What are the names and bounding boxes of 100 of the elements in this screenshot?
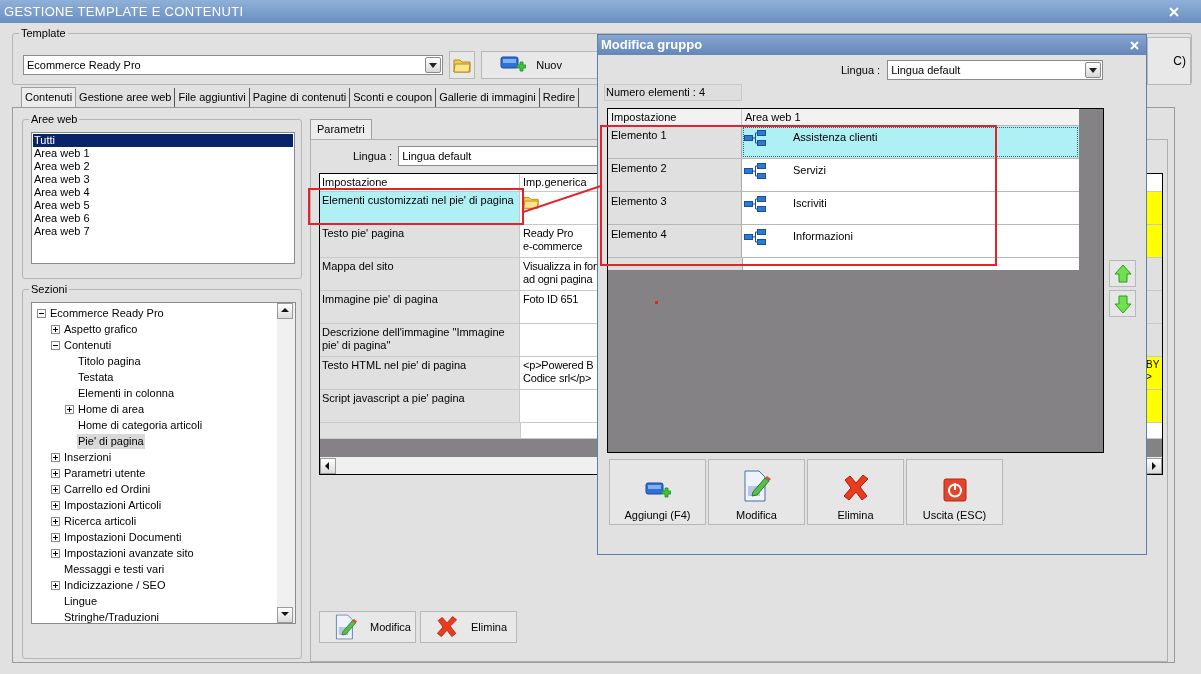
cell-text: Informazioni [793,229,853,244]
lingua-label: Lingua : [841,62,881,78]
table-row[interactable]: Assistenza clienti [742,126,1079,158]
cell-text: Servizi [793,163,826,178]
expand-icon[interactable] [51,324,60,334]
tree-item[interactable]: Messaggi e testi vari [63,561,166,577]
tab[interactable]: Pagine di contenuti [249,88,351,107]
close-icon[interactable] [1169,6,1179,17]
document-pencil-icon [742,470,771,502]
dropdown-button[interactable] [1085,62,1102,78]
tree-item[interactable]: Impostazioni Articoli [63,497,163,513]
table-cell: Elemento 1 [608,126,742,158]
action-button[interactable]: Aggiungi (F4) [609,459,706,525]
hierarchy-icon [744,162,766,180]
expand-icon[interactable] [51,516,60,526]
tab[interactable]: Contenuti [21,87,77,107]
lingua-label: Lingua : [353,148,393,164]
table-cell[interactable]: Descrizione dell'immagine "Immagine pie' di pagina" [320,324,520,356]
list-item[interactable]: Area web 7 [33,225,293,238]
cell-text: Ready Pro [523,227,574,240]
cell-text: Iscriviti [793,196,827,211]
list-item[interactable]: Tutti [33,134,293,147]
expand-icon[interactable] [51,452,60,462]
delete-icon [435,615,459,639]
action-button[interactable]: Elimina [807,459,904,525]
collapse-icon[interactable] [51,340,60,350]
tab[interactable]: Gestione aree web [76,88,176,107]
tree-item[interactable]: Home di area [77,401,146,417]
column-header: Imp.generica [523,175,587,190]
cell-text: > [1146,371,1153,383]
expand-icon[interactable] [51,500,60,510]
tab[interactable]: Redire [539,88,580,107]
list-item[interactable]: Area web 2 [33,160,293,173]
action-button[interactable]: Elimina [420,611,517,643]
table-cell[interactable]: Immagine pie' di pagina [320,291,520,323]
table-cell: Elemento 2 [608,159,742,191]
tree-item[interactable]: Indicizzazione / SEO [63,577,167,593]
cell-text: Foto ID 651 [523,293,579,306]
tree-item[interactable]: Inserzioni [63,449,113,465]
group-label: Sezioni [29,282,70,296]
select-value: Lingua default [891,62,961,78]
action-button[interactable]: Modifica [319,611,416,643]
expand-icon[interactable] [51,548,60,558]
tree-item[interactable]: Contenuti [63,337,113,353]
dropdown-button[interactable] [425,57,442,73]
tree-item[interactable]: Titolo pagina [77,353,142,369]
cell-text: <p>Powered B [523,359,594,372]
tree-item[interactable]: Aspetto grafico [63,321,139,337]
close-icon[interactable] [1130,40,1139,50]
language-select[interactable]: Lingua default [887,60,1104,80]
tab[interactable]: Gallerie di immagini [436,88,540,107]
expand-icon[interactable] [51,580,60,590]
tree-item[interactable]: Testata [77,369,115,385]
tree-item[interactable]: Lingue [63,593,99,609]
tree-item[interactable]: Impostazioni Documenti [63,529,183,545]
list-item[interactable]: Area web 5 [33,199,293,212]
window-title: GESTIONE TEMPLATE E CONTENUTI [4,2,244,21]
template-select[interactable]: Ecommerce Ready Pro [23,55,444,75]
tab[interactable]: Sconti e coupon [350,88,437,107]
language-select[interactable]: Lingua default [398,146,599,166]
tree-item[interactable]: Home di categoria articoli [77,417,204,433]
table-cell[interactable]: Testo pie' pagina [320,225,520,257]
cell-text: Codice srl</p> [523,372,592,385]
action-button[interactable]: Modifica [708,459,805,525]
exit-button[interactable]: C) [1146,37,1191,85]
table-cell[interactable]: Elementi customizzati nel pie' di pagina [320,192,520,224]
document-pencil-icon [334,614,358,640]
tree-item[interactable]: Stringhe/Traduzioni [63,609,160,623]
cell-text: e-commerce [523,240,583,253]
expand-icon[interactable] [51,532,60,542]
list-item[interactable]: Area web 6 [33,212,293,225]
scroll-arrow-button[interactable] [277,607,293,623]
tree-item[interactable]: Pie' di pagina [77,433,145,449]
table-cell[interactable]: Mappa del sito [320,258,520,290]
scrollbar[interactable] [277,303,295,623]
list-item[interactable]: Area web 4 [33,186,293,199]
tree-item[interactable]: Elementi in colonna [77,385,175,401]
tab[interactable]: File aggiuntivi [175,88,250,107]
list-item[interactable]: Area web 3 [33,173,293,186]
tree-item[interactable]: Ricerca articoli [63,513,138,529]
scroll-arrow-button[interactable] [320,457,336,474]
scroll-arrow-button[interactable] [277,303,293,319]
delete-icon [841,474,870,502]
count-field: Numero elementi : 4 [604,84,742,101]
tree-item[interactable]: Parametri utente [63,465,147,481]
list-item[interactable]: Area web 1 [33,147,293,160]
tree-item[interactable]: Impostazioni avanzate sito [63,545,195,561]
tree-item[interactable]: Ecommerce Ready Pro [49,305,165,321]
expand-icon[interactable] [51,468,60,478]
table-cell[interactable]: Script javascript a pie' pagina [320,390,520,422]
tab[interactable]: Parametri [310,119,372,139]
table-cell: Elemento 3 [608,192,742,224]
action-button[interactable]: Uscita (ESC) [906,459,1003,525]
expand-icon[interactable] [65,404,74,414]
table-cell[interactable]: Testo HTML nel pie' di pagina [320,357,520,389]
caret-icon [1089,67,1098,73]
cell-text: BY [1146,359,1161,371]
tree-item[interactable]: Carrello ed Ordini [63,481,152,497]
collapse-icon[interactable] [37,308,46,318]
expand-icon[interactable] [51,484,60,494]
